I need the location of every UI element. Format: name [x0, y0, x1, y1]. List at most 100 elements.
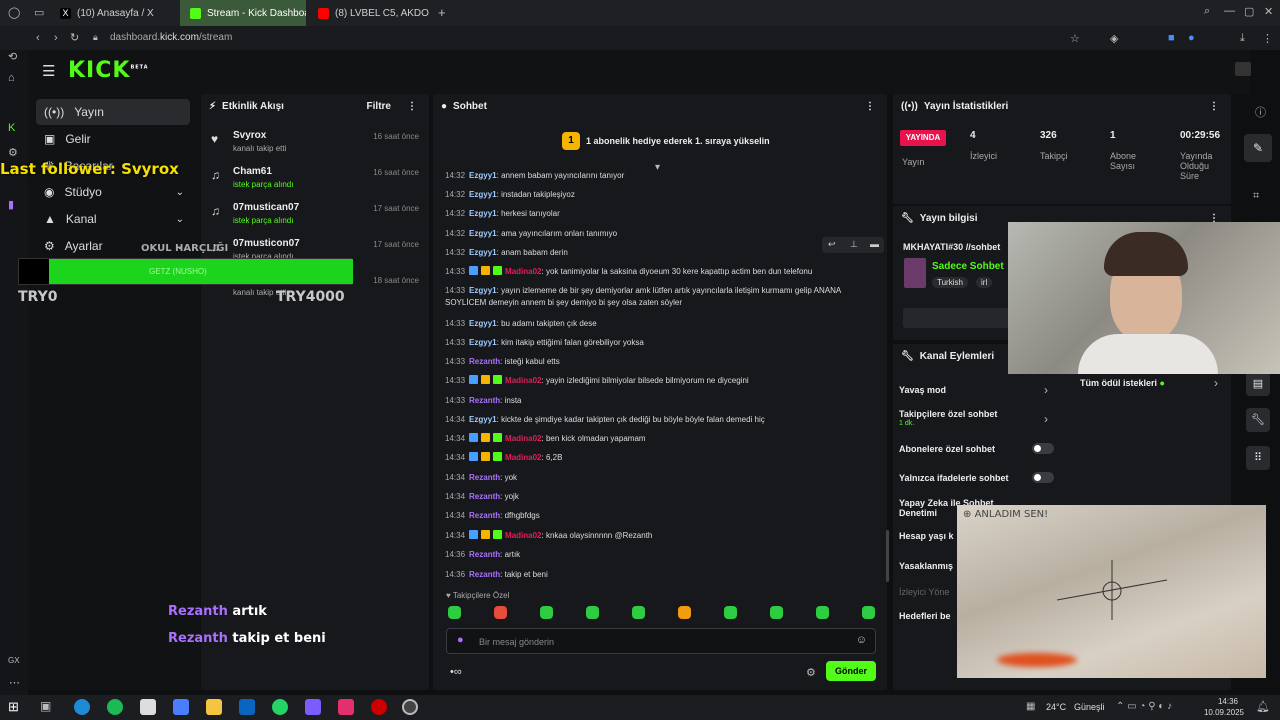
chevron-right-icon[interactable]: › — [1044, 412, 1048, 426]
reading-icon[interactable]: ⌂ — [8, 72, 15, 84]
chat-message[interactable]: 14:33 Rezanth: insta — [445, 395, 865, 407]
message-user[interactable]: Rezanth — [469, 357, 500, 366]
emote-icon[interactable] — [678, 606, 691, 619]
emote-icon[interactable] — [632, 606, 645, 619]
chat-message[interactable]: 14:34 Rezanth: dfhgbfdgs — [445, 510, 865, 522]
tray-icons[interactable]: ⌃ ▭ ◔ ⚲ ◐ ♪ — [1116, 701, 1172, 712]
chat-input[interactable]: ● Bir mesaj gönderin ☺ — [446, 628, 876, 654]
chat-message[interactable]: 14:32 Ezgyy1: anam babam derin — [445, 247, 865, 259]
message-user[interactable]: Ezgyy1 — [469, 415, 497, 424]
chat-message[interactable]: 14:33 Rezanth: isteği kabul etts — [445, 356, 865, 368]
message-user[interactable]: Ezgyy1 — [469, 171, 497, 180]
more-icon[interactable]: ⋮ — [865, 101, 875, 112]
nav-kanal[interactable]: ▲ Kanal ⌄ — [36, 206, 190, 232]
category-name[interactable]: Sadece Sohbet — [932, 261, 1004, 272]
crop-icon[interactable]: ⌗ — [1253, 190, 1259, 203]
share-icon[interactable]: ⠿ — [1246, 446, 1270, 470]
tab-list-icon[interactable]: ▭ — [34, 6, 44, 19]
message-user[interactable]: Rezanth — [469, 550, 500, 559]
layout-icon[interactable]: ▤ — [1246, 372, 1270, 396]
clock-time[interactable]: 14:36 — [1210, 697, 1246, 706]
download-icon[interactable]: ⤓ — [1240, 32, 1245, 45]
weather-label[interactable]: Güneşli — [1074, 702, 1105, 712]
kick-sidebar-icon[interactable]: K — [8, 122, 15, 134]
emote-icon[interactable] — [862, 606, 875, 619]
kick-logo[interactable]: KICKBETA — [68, 58, 149, 83]
gift-sub-promo[interactable]: 1 abonelik hediye ederek 1. sıraya yükse… — [586, 136, 770, 146]
chat-message[interactable]: 14:32 Ezgyy1: ama yayıncılarım onları tan… — [445, 228, 865, 240]
mic-icon[interactable]: ● — [457, 634, 464, 646]
task-view-icon[interactable]: ▣ — [40, 699, 51, 713]
emote-icon[interactable] — [494, 606, 507, 619]
filter-button[interactable]: Filtre — [367, 101, 391, 112]
nav-studyo[interactable]: ◉ Stüdyo ⌄ — [36, 179, 190, 205]
message-user[interactable]: Ezgyy1 — [469, 190, 497, 199]
message-user[interactable]: Rezanth — [469, 396, 500, 405]
instagram-icon[interactable] — [338, 699, 354, 715]
chat-message[interactable]: 14:36 Rezanth: takip et beni — [445, 569, 865, 581]
whatsapp-icon[interactable] — [272, 699, 288, 715]
tab-x[interactable]: X (10) Anasayfa / X — [50, 0, 180, 26]
chat-message[interactable]: 14:33 Ezgyy1: yayın izlememe de bir şey d… — [445, 285, 865, 309]
chat-message[interactable]: 14:34 Madina02: knkaa olaysinnnnn @Rezant… — [445, 530, 865, 542]
back-icon[interactable]: ‹ — [36, 32, 40, 44]
emote-icon[interactable] — [586, 606, 599, 619]
history-icon[interactable]: ⟲ — [8, 50, 17, 63]
clock-date[interactable]: 10.09.2025 — [1202, 708, 1246, 717]
chat-message[interactable]: 14:32 Ezgyy1: instadan takipleşiyoz — [445, 189, 865, 201]
emote-icon[interactable] — [540, 606, 553, 619]
obs-icon[interactable] — [402, 699, 418, 715]
spotify-icon[interactable] — [107, 699, 123, 715]
chat-message[interactable]: 14:32 Ezgyy1: herkesi tanıyolar — [445, 208, 865, 220]
message-user[interactable]: Ezgyy1 — [469, 319, 497, 328]
emote-icon[interactable] — [770, 606, 783, 619]
activity-item[interactable]: ♥ Svyrox kanalı takip etti 16 saat önce — [205, 128, 425, 164]
more-icon[interactable]: ⋮ — [1262, 32, 1273, 45]
wrench-icon[interactable]: 🔧︎ — [1246, 408, 1270, 432]
gx-icon[interactable]: GX — [8, 656, 20, 665]
folder-icon[interactable] — [206, 699, 222, 715]
forward-icon[interactable]: › — [54, 32, 58, 44]
chat-message[interactable]: 14:36 Rezanth: artık — [445, 549, 865, 561]
extension-icon[interactable]: ● — [1188, 32, 1195, 44]
chevron-right-icon[interactable]: › — [1044, 383, 1048, 397]
edit-stream-info-button[interactable] — [903, 308, 1013, 328]
followers-chat-item[interactable]: Takipçilere özel sohbet — [899, 409, 997, 419]
send-button[interactable]: Gönder — [826, 661, 876, 681]
close-icon[interactable]: ✕ — [1264, 5, 1273, 18]
chat-message[interactable]: 14:34 Rezanth: yojk — [445, 491, 865, 503]
message-user[interactable]: Madina02 — [505, 434, 541, 443]
avatar[interactable] — [1235, 62, 1251, 76]
search-icon[interactable]: ⌕ — [1204, 5, 1210, 18]
chat-message[interactable]: 14:34 Rezanth: yok — [445, 472, 865, 484]
edit-icon[interactable]: ✎ — [1244, 134, 1272, 162]
browser-logo-icon[interactable]: ◯ — [8, 6, 20, 19]
message-user[interactable]: Rezanth — [469, 570, 500, 579]
delete-icon[interactable]: ▬ — [870, 239, 879, 249]
chevron-right-icon[interactable]: › — [1214, 376, 1218, 390]
message-user[interactable]: Ezgyy1 — [469, 229, 497, 238]
outlook-icon[interactable] — [239, 699, 255, 715]
gear-icon[interactable]: ⚙ — [806, 666, 816, 679]
slow-mode-item[interactable]: Yavaş mod — [899, 385, 946, 395]
more-icon[interactable]: ⋮ — [407, 101, 417, 112]
chat-message[interactable]: 14:34 Madina02: ben kick olmadan yapamam — [445, 433, 865, 445]
message-user[interactable]: Ezgyy1 — [469, 209, 497, 218]
message-user[interactable]: Madina02 — [505, 453, 541, 462]
weather-temp[interactable]: 24°C — [1046, 702, 1066, 712]
twitch-icon[interactable]: ▮ — [8, 198, 14, 211]
account-age-item[interactable]: Hesap yaşı k — [899, 531, 954, 541]
extension-icon[interactable]: ■ — [1168, 32, 1175, 44]
copilot-icon[interactable] — [173, 699, 189, 715]
bookmark-icon[interactable]: ☆ — [1070, 32, 1080, 45]
chat-message[interactable]: 14:34 Ezgyy1: kickte de şimdiye kadar tak… — [445, 414, 865, 426]
minimize-icon[interactable]: — — [1224, 5, 1235, 17]
chat-message[interactable]: 14:33 Ezgyy1: bu adamı takipten çık dese — [445, 318, 865, 330]
message-user[interactable]: Madina02 — [505, 376, 541, 385]
emote-icon[interactable] — [816, 606, 829, 619]
calculator-icon[interactable] — [140, 699, 156, 715]
reply-icon[interactable]: ↩ — [828, 239, 836, 250]
nav-yayin[interactable]: ((•)) Yayın — [36, 99, 190, 125]
message-user[interactable]: Ezgyy1 — [469, 248, 497, 257]
emotes-chat-toggle[interactable] — [1032, 472, 1054, 483]
